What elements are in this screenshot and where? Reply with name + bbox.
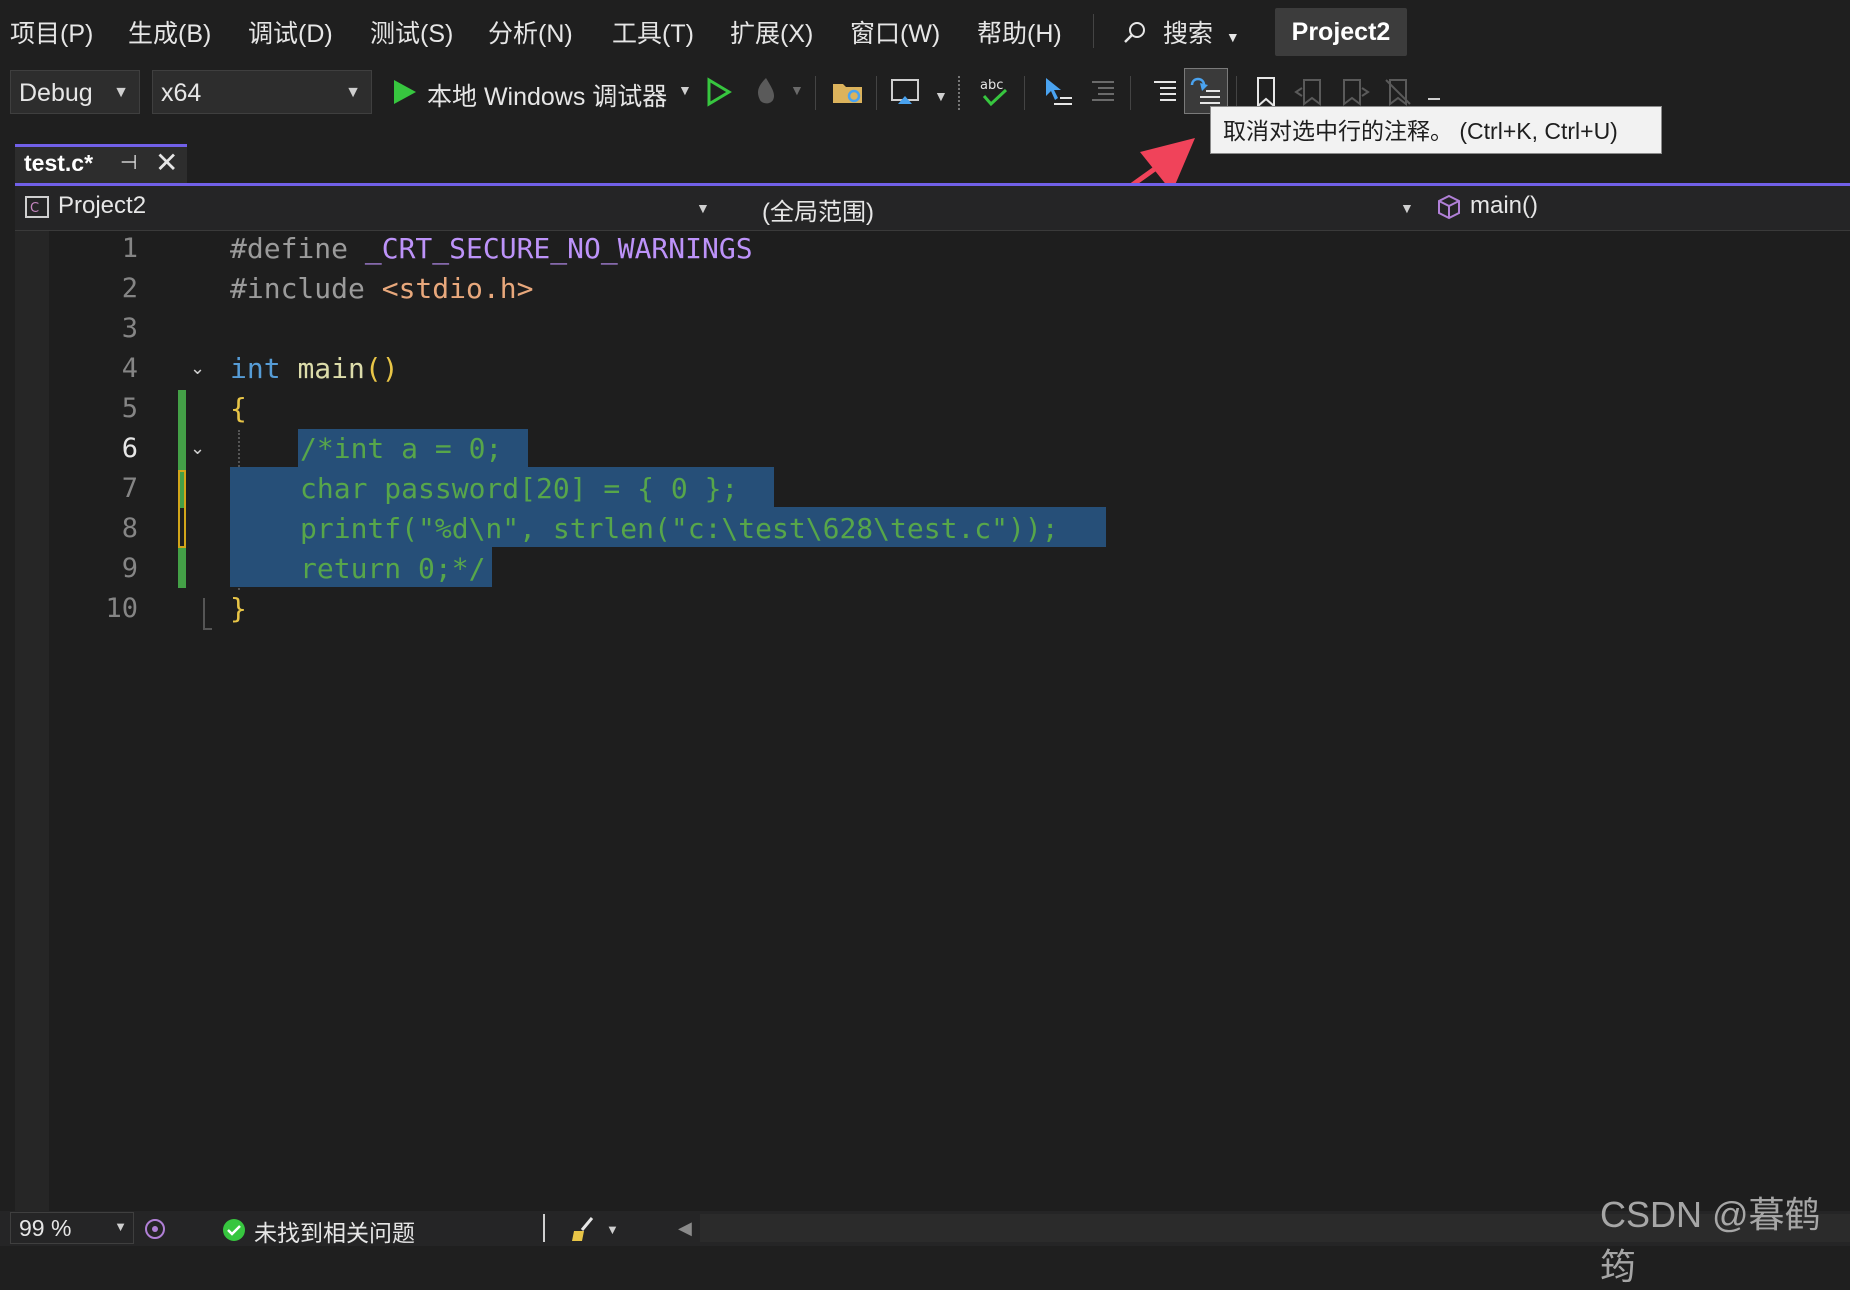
line-number: 3 xyxy=(121,313,138,344)
bookmark-icon[interactable] xyxy=(1248,74,1284,110)
unsaved-change-marker xyxy=(178,470,186,548)
code-line-comment: /*int a = 0; xyxy=(300,432,503,465)
code-line: int main() xyxy=(230,352,399,385)
line-number: 1 xyxy=(121,233,138,264)
uncomment-tooltip: 取消对选中行的注释。 (Ctrl+K, Ctrl+U) xyxy=(1210,106,1662,154)
start-debugging-icon[interactable] xyxy=(386,74,422,110)
chevron-down-icon: ▼ xyxy=(345,84,361,101)
menu-tools[interactable]: 工具(T) xyxy=(612,14,694,50)
hot-reload-dropdown-icon: ▼ xyxy=(790,82,804,98)
close-tab-icon[interactable]: ✕ xyxy=(155,146,178,179)
menu-separator xyxy=(1093,14,1094,48)
start-without-debugging-icon[interactable] xyxy=(700,74,736,110)
menu-debug[interactable]: 调试(D) xyxy=(248,14,333,50)
issues-status[interactable]: 未找到相关问题 xyxy=(254,1214,415,1248)
chevron-down-icon[interactable]: ▼ xyxy=(606,1222,619,1237)
previous-bookmark-icon xyxy=(1294,79,1321,106)
line-number: 7 xyxy=(121,473,138,504)
ai-assist-icon[interactable] xyxy=(142,1216,168,1242)
search-label: 搜索 xyxy=(1162,20,1213,48)
comment-lines-icon[interactable] xyxy=(1146,74,1182,110)
code-cleanup-brush-icon[interactable] xyxy=(570,1215,600,1243)
menu-test[interactable]: 测试(S) xyxy=(370,14,453,50)
code-line-comment: return 0;*/ xyxy=(300,552,486,585)
clear-bookmarks-icon xyxy=(1385,79,1411,106)
spell-check-icon[interactable]: abc xyxy=(976,74,1012,110)
menu-extensions[interactable]: 扩展(X) xyxy=(730,14,813,50)
hot-reload-icon xyxy=(758,78,775,104)
uncomment-lines-icon xyxy=(1190,77,1220,104)
fold-end-marker xyxy=(203,598,212,630)
code-line: #include <stdio.h> xyxy=(230,272,534,305)
code-line: } xyxy=(230,592,247,625)
zoom-select[interactable]: 99 % ▼ xyxy=(10,1212,134,1244)
project-name-badge[interactable]: Project2 xyxy=(1275,8,1407,56)
search-button[interactable]: 搜索 ▼ xyxy=(1122,14,1240,50)
line-number: 10 xyxy=(105,593,138,624)
line-number: 2 xyxy=(121,273,138,304)
scroll-left-icon[interactable]: ◀ xyxy=(678,1218,692,1239)
code-line: { xyxy=(230,392,247,425)
platform-select[interactable]: x64 ▼ xyxy=(152,70,372,114)
chevron-down-icon[interactable]: ▼ xyxy=(934,88,948,104)
menu-window[interactable]: 窗口(W) xyxy=(850,14,940,50)
line-number-active: 6 xyxy=(121,433,138,464)
run-target-dropdown-icon[interactable]: ▼ xyxy=(678,82,692,98)
toolbar-separator xyxy=(876,76,877,110)
search-icon xyxy=(1124,22,1145,43)
project-icon: C xyxy=(25,196,49,218)
toolbar-overflow[interactable] xyxy=(1428,98,1440,100)
chevron-down-icon: ▼ xyxy=(1225,29,1240,45)
menu-project[interactable]: 项目(P) xyxy=(10,14,93,50)
chevron-down-icon: ▼ xyxy=(1400,200,1414,216)
menu-build[interactable]: 生成(B) xyxy=(128,14,211,50)
pin-tab-icon[interactable]: ⊣ xyxy=(120,150,137,175)
chevron-down-icon: ▼ xyxy=(696,200,710,216)
toolbar-separator xyxy=(1236,76,1237,110)
line-number: 9 xyxy=(121,553,138,584)
line-number: 8 xyxy=(121,513,138,544)
chevron-down-icon: ▼ xyxy=(113,84,129,101)
configuration-value: Debug xyxy=(19,79,93,107)
chevron-down-icon: ▼ xyxy=(114,1219,127,1234)
check-circle-icon xyxy=(223,1219,245,1241)
member-value: main() xyxy=(1470,192,1539,219)
platform-value: x64 xyxy=(161,79,202,107)
fold-chevron-icon[interactable]: ⌄ xyxy=(190,358,205,379)
menu-help[interactable]: 帮助(H) xyxy=(977,14,1062,50)
code-line-comment: char password[20] = { 0 }; xyxy=(300,472,739,505)
watermark-text: CSDN @暮鹤筠 xyxy=(1600,1194,1821,1287)
editor-margin xyxy=(15,231,49,1211)
svg-text:C: C xyxy=(30,201,39,216)
zoom-value: 99 % xyxy=(19,1215,72,1241)
start-debugging-button[interactable]: 本地 Windows 调试器 xyxy=(427,77,667,113)
toolbar-separator xyxy=(815,76,816,110)
code-line-comment: printf("%d\n", strlen("c:\test\628\test.… xyxy=(300,512,1059,545)
menu-analyze[interactable]: 分析(N) xyxy=(488,14,573,50)
method-cube-icon xyxy=(1438,194,1460,220)
toolbar-separator xyxy=(1024,76,1025,110)
configuration-select[interactable]: Debug ▼ xyxy=(10,70,140,114)
toolbar-grip xyxy=(958,76,961,110)
status-separator xyxy=(543,1214,545,1242)
project-scope-value: Project2 xyxy=(58,192,147,219)
code-line: #define _CRT_SECURE_NO_WARNINGS xyxy=(230,232,753,265)
line-number: 5 xyxy=(121,393,138,424)
solution-explorer-home-icon[interactable] xyxy=(888,74,924,110)
tab-file-name: test.c* xyxy=(24,150,94,176)
step-cursor-icon[interactable] xyxy=(1040,74,1076,110)
next-bookmark-icon xyxy=(1343,79,1370,106)
global-scope-value: (全局范围) xyxy=(762,199,874,226)
line-number: 4 xyxy=(121,353,138,384)
open-folder-icon[interactable] xyxy=(830,74,866,110)
fold-chevron-icon[interactable]: ⌄ xyxy=(190,438,205,459)
outdent-icon xyxy=(1092,81,1114,101)
svg-text:abc: abc xyxy=(980,78,1003,93)
toolbar-separator xyxy=(1130,76,1131,110)
saved-change-marker xyxy=(178,548,186,588)
